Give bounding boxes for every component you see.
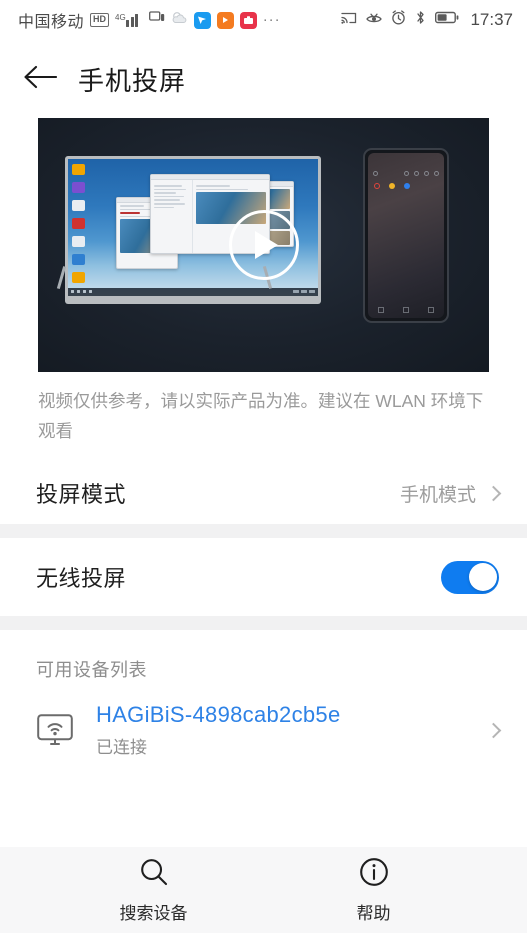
bottom-action-bar: 搜索设备 帮助 — [0, 847, 527, 933]
device-list-title: 可用设备列表 — [36, 660, 147, 680]
help-label: 帮助 — [356, 903, 391, 923]
device-name: HAGiBiS-4898cab2cb5e — [96, 702, 341, 727]
tv-taskbar — [68, 288, 318, 296]
cast-icon — [341, 11, 357, 30]
wireless-projection-toggle[interactable] — [441, 560, 499, 594]
play-button-icon[interactable] — [228, 210, 299, 280]
phone-illustration — [363, 148, 449, 323]
content-spacer — [0, 780, 527, 847]
back-arrow-icon — [23, 64, 58, 95]
search-devices-label: 搜索设备 — [119, 903, 188, 923]
page-title: 手机投屏 — [78, 65, 187, 96]
chevron-right-icon — [485, 485, 502, 501]
clock-label: 17:37 — [470, 10, 513, 29]
weather-icon — [171, 11, 188, 30]
info-icon — [359, 857, 389, 892]
section-divider-2 — [0, 616, 527, 630]
back-button[interactable] — [20, 59, 60, 99]
more-dots-icon: ··· — [262, 11, 281, 28]
search-devices-button[interactable]: 搜索设备 — [94, 857, 214, 924]
network-type-label: 4G — [115, 13, 126, 22]
eye-comfort-icon — [366, 11, 383, 30]
wireless-projection-label: 无线投屏 — [36, 566, 127, 591]
status-bar-left: 中国移动 HD 4G ··· — [18, 8, 341, 32]
phone-projection-screen: 中国移动 HD 4G ··· 17:37 手机投屏 视频仅供参考，请以实际产品为… — [0, 0, 527, 933]
video-thumbnail[interactable] — [38, 118, 489, 372]
section-divider — [0, 524, 527, 538]
phone-navbar — [368, 307, 444, 313]
search-icon — [139, 857, 169, 892]
battery-icon — [435, 11, 459, 29]
page-header: 手机投屏 — [0, 40, 527, 118]
phone-color-dots — [368, 181, 444, 190]
video-caption: 视频仅供参考，请以实际产品为准。建议在 WLAN 环境下观看 — [38, 391, 484, 441]
bluetooth-icon — [415, 10, 426, 30]
toggle-knob — [468, 563, 497, 591]
device-info: HAGiBiS-4898cab2cb5e 已连接 — [96, 702, 488, 758]
status-bar-right: 17:37 — [341, 10, 513, 30]
alarm-icon — [391, 10, 406, 30]
list-item[interactable]: HAGiBiS-4898cab2cb5e 已连接 — [0, 682, 527, 780]
phone-statusbar — [368, 157, 444, 163]
device-status: 已连接 — [96, 738, 147, 757]
app-red-icon — [239, 11, 257, 29]
app-orange-icon — [216, 11, 234, 29]
wireless-projection-row[interactable]: 无线投屏 — [0, 538, 527, 616]
help-button[interactable]: 帮助 — [314, 857, 434, 924]
app-blue-icon — [193, 11, 211, 29]
carrier-label: 中国移动 — [18, 14, 85, 31]
projection-mode-value: 手机模式 — [399, 484, 476, 506]
phone-toolbar — [368, 169, 444, 178]
video-section — [0, 118, 527, 372]
projection-mode-row[interactable]: 投屏模式 手机模式 — [0, 462, 527, 524]
signal-icon: 4G — [115, 13, 143, 27]
cast-monitor-icon — [36, 714, 74, 746]
status-bar: 中国移动 HD 4G ··· 17:37 — [0, 0, 527, 40]
screencast-small-icon — [148, 11, 165, 29]
projection-mode-label: 投屏模式 — [36, 482, 127, 507]
chevron-right-icon — [485, 722, 502, 738]
hd-icon: HD — [90, 13, 110, 27]
phone-screen — [368, 153, 444, 318]
tv-desktop-icons — [72, 164, 85, 283]
